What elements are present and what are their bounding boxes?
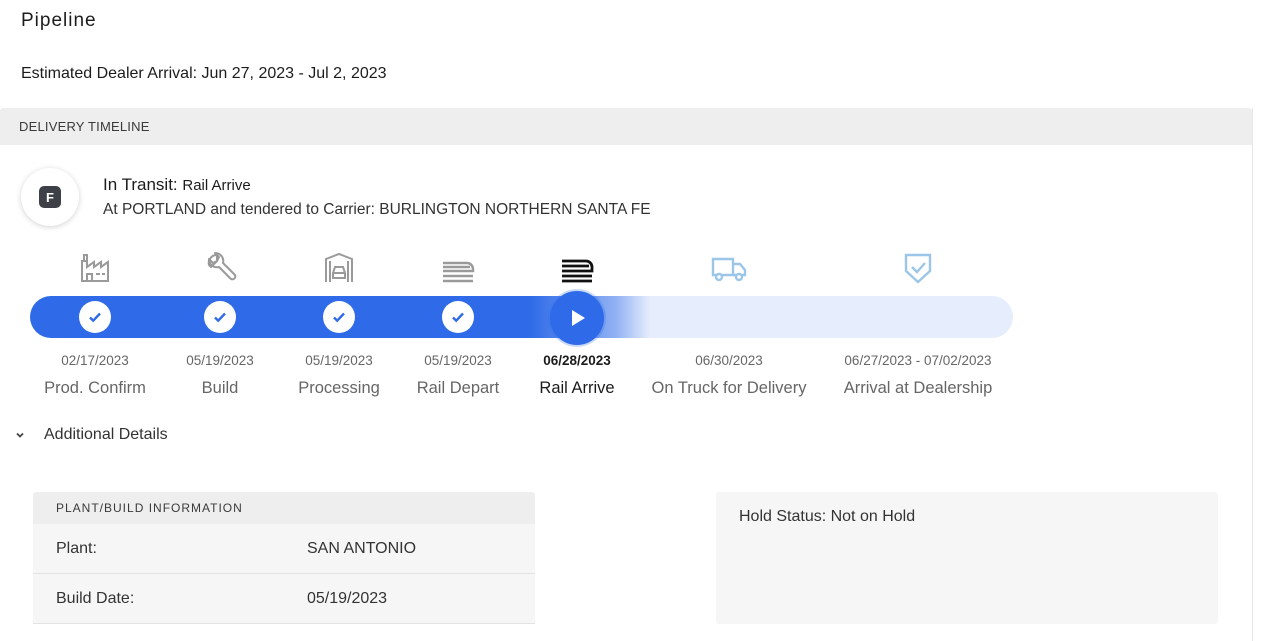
avatar-letter: F — [39, 186, 61, 208]
rail-arrive-icon — [557, 248, 597, 288]
shield-check-icon — [898, 248, 938, 288]
row-value: 05/19/2023 — [307, 589, 388, 607]
estimated-arrival: Estimated Dealer Arrival: Jun 27, 2023 -… — [21, 65, 387, 82]
hold-status-box: Hold Status: Not on Hold — [716, 492, 1218, 624]
car-processing-icon — [319, 248, 359, 288]
play-icon — [572, 310, 585, 326]
additional-details-label: Additional Details — [44, 426, 168, 443]
additional-details-toggle[interactable]: Additional Details — [14, 426, 168, 444]
stage-label: Arrival at Dealership — [843, 379, 993, 397]
table-row: Build Date: 05/19/2023 — [33, 574, 535, 624]
check-icon — [79, 301, 111, 333]
check-icon — [442, 301, 474, 333]
hold-status: Hold Status: Not on Hold — [739, 508, 916, 525]
status-line: In Transit: Rail Arrive — [103, 175, 251, 195]
factory-icon — [75, 248, 115, 288]
status-value: Rail Arrive — [182, 177, 251, 194]
table-row: Plant: SAN ANTONIO — [33, 524, 535, 574]
stage-date: 06/27/2023 - 07/02/2023 — [844, 353, 992, 368]
current-stage-marker — [550, 291, 604, 345]
check-icon — [323, 301, 355, 333]
status-avatar: F — [21, 168, 79, 226]
check-icon — [204, 301, 236, 333]
chevron-down-icon — [16, 432, 24, 438]
status-detail: At PORTLAND and tendered to Carrier: BUR… — [103, 201, 651, 218]
page-title: Pipeline — [21, 10, 97, 31]
plant-build-table: PLANT/BUILD INFORMATION Plant: SAN ANTON… — [33, 492, 535, 624]
delivery-timeline-header: DELIVERY TIMELINE — [0, 108, 1252, 145]
row-value: SAN ANTONIO — [307, 539, 417, 557]
rail-depart-icon — [438, 248, 478, 288]
truck-icon — [709, 248, 749, 288]
stage-label: On Truck for Delivery — [651, 379, 807, 397]
row-key: Build Date: — [56, 589, 135, 607]
progress-track — [30, 296, 1013, 338]
wrench-icon — [200, 248, 240, 288]
stage-date: 06/30/2023 — [695, 353, 763, 368]
row-key: Plant: — [56, 539, 97, 557]
plant-build-header: PLANT/BUILD INFORMATION — [33, 492, 535, 524]
status-prefix: In Transit: — [103, 175, 178, 194]
